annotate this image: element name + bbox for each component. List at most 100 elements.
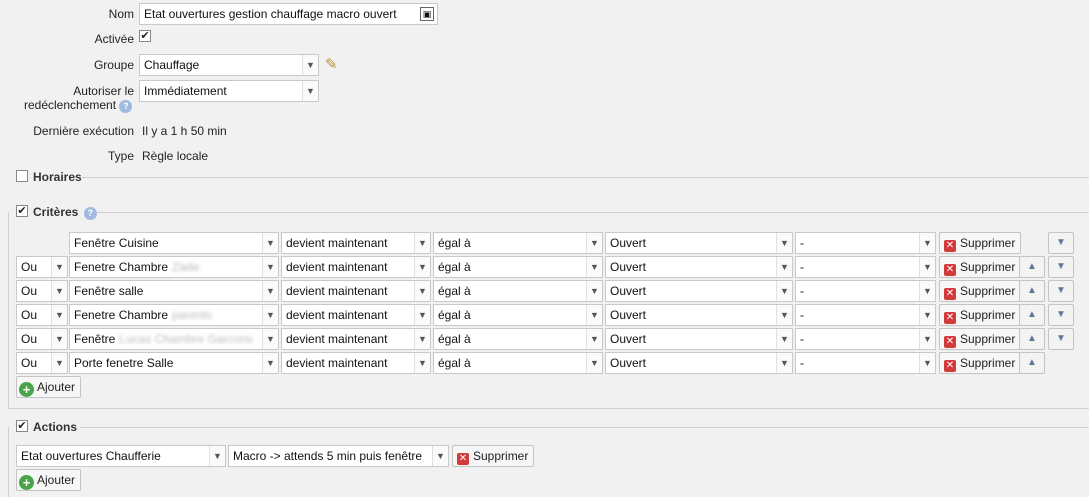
criterion-device-select[interactable]: Fenêtre Lucas Chambre Garcons ▼ bbox=[69, 328, 279, 350]
criterion-value-select[interactable]: Ouvert ▼ bbox=[605, 232, 793, 254]
help-icon[interactable]: ? bbox=[119, 100, 133, 113]
add-action-label: Ajouter bbox=[37, 473, 76, 487]
criterion-event-select[interactable]: devient maintenant ▼ bbox=[281, 328, 431, 350]
delete-icon: ✕ bbox=[944, 312, 956, 324]
criterion-extra-select[interactable]: - ▼ bbox=[795, 280, 936, 302]
delete-icon: ✕ bbox=[944, 288, 956, 300]
delete-icon: ✕ bbox=[944, 336, 956, 348]
retrigger-label-text: redéclenchement bbox=[24, 98, 117, 112]
chevron-down-icon: ▼ bbox=[262, 353, 278, 373]
chevron-down-icon: ▼ bbox=[51, 281, 67, 301]
group-select-value: Chauffage bbox=[144, 58, 200, 72]
criterion-operator-select[interactable]: égal à ▼ bbox=[433, 280, 603, 302]
move-down-button[interactable]: ▼ bbox=[1048, 328, 1074, 350]
criterion-extra-select[interactable]: - ▼ bbox=[795, 256, 936, 278]
move-down-button[interactable]: ▼ bbox=[1048, 232, 1074, 254]
chevron-down-icon: ▼ bbox=[586, 353, 602, 373]
criterion-event-select[interactable]: devient maintenant ▼ bbox=[281, 304, 431, 326]
name-input-value: Etat ouvertures gestion chauffage macro … bbox=[144, 7, 397, 21]
chevron-down-icon: ▼ bbox=[51, 305, 67, 325]
criterion-device-select-blurred: Lucas Chambre Garcons bbox=[119, 332, 253, 346]
delete-icon: ✕ bbox=[944, 264, 956, 276]
enabled-checkbox[interactable]: ✔ bbox=[139, 30, 151, 42]
schedules-divider bbox=[82, 177, 1089, 178]
action-command-value: Macro -> attends 5 min puis fenêtre bbox=[233, 449, 423, 463]
chevron-down-icon: ▼ bbox=[262, 233, 278, 253]
criterion-device-select[interactable]: Fenetre Chambre Zade ▼ bbox=[69, 256, 279, 278]
add-icon: + bbox=[19, 475, 34, 490]
type-value: Règle locale bbox=[142, 149, 209, 163]
criterion-event-select-value: devient maintenant bbox=[286, 260, 388, 274]
contact-card-icon[interactable]: ▣ bbox=[420, 7, 434, 21]
criterion-device-select[interactable]: Fenêtre Cuisine ▼ bbox=[69, 232, 279, 254]
action-target-select[interactable]: Etat ouvertures Chaufferie ▼ bbox=[16, 445, 226, 467]
criterion-value-select[interactable]: Ouvert ▼ bbox=[605, 352, 793, 374]
criterion-device-select[interactable]: Fenêtre salle ▼ bbox=[69, 280, 279, 302]
chevron-down-icon: ▼ bbox=[776, 281, 792, 301]
move-up-button[interactable]: ▲ bbox=[1019, 328, 1045, 350]
criterion-logic-select[interactable]: Ou ▼ bbox=[16, 280, 68, 302]
chevron-down-icon: ▼ bbox=[51, 257, 67, 277]
move-down-button[interactable]: ▼ bbox=[1048, 280, 1074, 302]
criterion-event-select[interactable]: devient maintenant ▼ bbox=[281, 352, 431, 374]
move-up-button[interactable]: ▲ bbox=[1019, 304, 1045, 326]
criterion-extra-select[interactable]: - ▼ bbox=[795, 232, 936, 254]
criterion-logic-select[interactable]: Ou ▼ bbox=[16, 256, 68, 278]
arrow-up-icon: ▲ bbox=[1027, 285, 1037, 296]
criterion-logic-select[interactable]: Ou ▼ bbox=[16, 304, 68, 326]
criterion-extra-select-value: - bbox=[800, 260, 804, 274]
criterion-event-select[interactable]: devient maintenant ▼ bbox=[281, 256, 431, 278]
delete-criterion-button[interactable]: ✕ Supprimer bbox=[939, 328, 1022, 350]
delete-criterion-button[interactable]: ✕ Supprimer bbox=[939, 304, 1022, 326]
move-up-button[interactable]: ▲ bbox=[1019, 280, 1045, 302]
move-down-button[interactable]: ▼ bbox=[1048, 304, 1074, 326]
retrigger-select[interactable]: Immédiatement ▼ bbox=[139, 80, 319, 102]
criterion-device-select-value: Fenêtre salle bbox=[74, 284, 144, 298]
last-run-value: Il y a 1 h 50 min bbox=[142, 124, 227, 138]
delete-criterion-button[interactable]: ✕ Supprimer bbox=[939, 352, 1022, 374]
criterion-device-select-value: Fenetre Chambre bbox=[74, 308, 169, 322]
criterion-extra-select[interactable]: - ▼ bbox=[795, 328, 936, 350]
group-select[interactable]: Chauffage ▼ bbox=[139, 54, 319, 76]
criterion-value-select[interactable]: Ouvert ▼ bbox=[605, 256, 793, 278]
criterion-operator-select[interactable]: égal à ▼ bbox=[433, 352, 603, 374]
criterion-extra-select[interactable]: - ▼ bbox=[795, 352, 936, 374]
criterion-value-select[interactable]: Ouvert ▼ bbox=[605, 304, 793, 326]
criterion-value-select[interactable]: Ouvert ▼ bbox=[605, 280, 793, 302]
delete-criterion-button[interactable]: ✕ Supprimer bbox=[939, 256, 1022, 278]
move-up-button[interactable]: ▲ bbox=[1019, 352, 1045, 374]
add-criterion-button[interactable]: + Ajouter bbox=[16, 376, 82, 398]
chevron-down-icon: ▼ bbox=[919, 305, 935, 325]
criterion-event-select[interactable]: devient maintenant ▼ bbox=[281, 280, 431, 302]
add-action-button[interactable]: + Ajouter bbox=[16, 469, 82, 491]
schedules-checkbox[interactable] bbox=[16, 170, 28, 182]
criterion-extra-select-value: - bbox=[800, 332, 804, 346]
chevron-down-icon: ▼ bbox=[586, 233, 602, 253]
delete-criterion-button[interactable]: ✕ Supprimer bbox=[939, 280, 1022, 302]
criterion-operator-select[interactable]: égal à ▼ bbox=[433, 304, 603, 326]
name-input[interactable]: Etat ouvertures gestion chauffage macro … bbox=[139, 3, 438, 25]
criterion-logic-select[interactable]: Ou ▼ bbox=[16, 352, 68, 374]
criterion-operator-select[interactable]: égal à ▼ bbox=[433, 232, 603, 254]
criterion-event-select[interactable]: devient maintenant ▼ bbox=[281, 232, 431, 254]
retrigger-select-value: Immédiatement bbox=[144, 84, 227, 98]
criterion-logic-select[interactable]: Ou ▼ bbox=[16, 328, 68, 350]
criterion-device-select[interactable]: Fenetre Chambre parents ▼ bbox=[69, 304, 279, 326]
criterion-operator-select[interactable]: égal à ▼ bbox=[433, 256, 603, 278]
criterion-device-select[interactable]: Porte fenetre Salle ▼ bbox=[69, 352, 279, 374]
delete-criterion-label: Supprimer bbox=[960, 308, 1016, 322]
criterion-logic-select-value: Ou bbox=[21, 356, 38, 370]
criterion-value-select[interactable]: Ouvert ▼ bbox=[605, 328, 793, 350]
pencil-icon[interactable]: ✎ bbox=[325, 55, 338, 73]
action-command-select[interactable]: Macro -> attends 5 min puis fenêtre ▼ bbox=[228, 445, 449, 467]
chevron-down-icon: ▼ bbox=[414, 329, 430, 349]
delete-action-button[interactable]: ✕ Supprimer bbox=[452, 445, 535, 467]
criterion-operator-select[interactable]: égal à ▼ bbox=[433, 328, 603, 350]
move-up-button[interactable]: ▲ bbox=[1019, 256, 1045, 278]
move-down-button[interactable]: ▼ bbox=[1048, 256, 1074, 278]
delete-icon: ✕ bbox=[457, 453, 469, 465]
criterion-extra-select[interactable]: - ▼ bbox=[795, 304, 936, 326]
chevron-down-icon: ▼ bbox=[586, 281, 602, 301]
chevron-down-icon: ▼ bbox=[919, 257, 935, 277]
delete-criterion-button[interactable]: ✕ Supprimer bbox=[939, 232, 1022, 254]
